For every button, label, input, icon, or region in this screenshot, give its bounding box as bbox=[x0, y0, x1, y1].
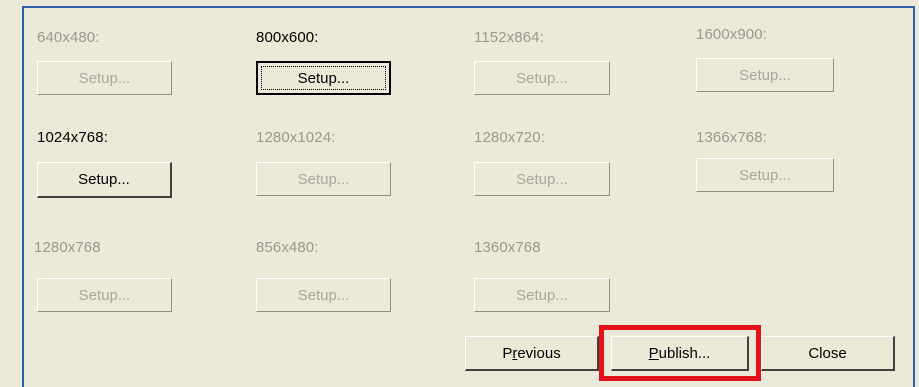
close-button[interactable]: Close bbox=[761, 336, 895, 371]
resolution-label-1600x900: 1600x900: bbox=[696, 26, 767, 43]
resolution-label-1024x768: 1024x768: bbox=[37, 129, 108, 146]
resolution-label-640x480: 640x480: bbox=[37, 29, 100, 46]
setup-button-1280x1024[interactable]: Setup... bbox=[256, 162, 391, 196]
setup-button-1280x720[interactable]: Setup... bbox=[474, 162, 610, 196]
resolution-label-1280x720: 1280x720: bbox=[474, 129, 545, 146]
setup-button-1280x768[interactable]: Setup... bbox=[37, 278, 172, 312]
previous-button[interactable]: Previous bbox=[465, 336, 599, 371]
resolution-label-1366x768: 1366x768: bbox=[696, 129, 767, 146]
resolution-label-1280x768: 1280x768 bbox=[34, 239, 101, 256]
resolution-label-1360x768: 1360x768 bbox=[474, 239, 541, 256]
resolution-label-856x480: 856x480: bbox=[256, 239, 319, 256]
setup-button-1152x864[interactable]: Setup... bbox=[474, 61, 610, 95]
setup-button-1024x768[interactable]: Setup... bbox=[37, 162, 172, 198]
setup-button-1360x768[interactable]: Setup... bbox=[474, 278, 610, 312]
setup-button-800x600[interactable]: Setup... bbox=[256, 61, 391, 95]
setup-button-1366x768[interactable]: Setup... bbox=[696, 158, 834, 192]
resolution-label-1280x1024: 1280x1024: bbox=[256, 129, 336, 146]
resolution-label-1152x864: 1152x864: bbox=[474, 29, 544, 46]
resolution-label-800x600: 800x600: bbox=[256, 29, 319, 46]
publish-highlight-box bbox=[599, 325, 761, 381]
setup-button-640x480[interactable]: Setup... bbox=[37, 61, 172, 95]
setup-button-1600x900[interactable]: Setup... bbox=[696, 58, 834, 92]
setup-button-856x480[interactable]: Setup... bbox=[256, 278, 391, 312]
